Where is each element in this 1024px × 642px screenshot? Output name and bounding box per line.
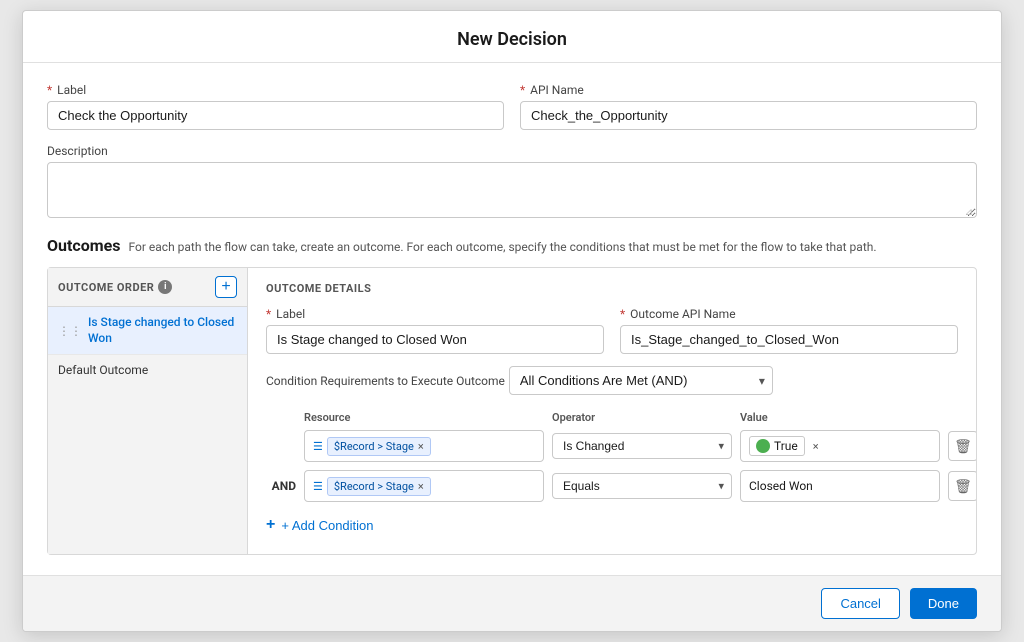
condition-column-headers: Resource Operator Value (266, 409, 958, 426)
outcomes-desc: For each path the flow can take, create … (129, 240, 877, 254)
textarea-resize: ⊿ (965, 207, 973, 218)
resource-header: Resource (304, 409, 544, 426)
outcome-order-header: OUTCOME ORDER i + (48, 268, 247, 307)
outcome-order-label-group: OUTCOME ORDER i (58, 280, 172, 294)
spacer-col (266, 409, 296, 426)
row2-resource-text: $Record > Stage (334, 480, 414, 493)
row2-operator-select[interactable]: Is Changed Equals Not Equal To Is Null (552, 473, 732, 499)
condition-req-select[interactable]: All Conditions Are Met (AND) Any Conditi… (509, 366, 773, 395)
default-outcome-item[interactable]: Default Outcome (48, 355, 247, 385)
true-icon (756, 439, 770, 453)
operator-header: Operator (552, 409, 732, 426)
row1-resource-pill: $Record > Stage × (327, 437, 431, 456)
row2-trash-icon: 🗑 (954, 478, 972, 495)
row2-value-text: Closed Won (749, 479, 813, 493)
top-form-row: * Label * API Name (47, 83, 977, 130)
api-name-group: * API Name (520, 83, 977, 130)
outcome-api-name-group: * Outcome API Name (620, 307, 958, 354)
label-required-star: * (47, 83, 52, 97)
drag-icon: ⋮⋮ (58, 324, 82, 338)
add-condition-plus-icon: + (266, 516, 275, 534)
modal-footer: Cancel Done (23, 575, 1001, 631)
row1-resource-icon: ☰ (313, 440, 323, 453)
row1-value-text: True (774, 439, 798, 453)
outcome-api-label: * Outcome API Name (620, 307, 958, 321)
row1-resource-input[interactable]: ☰ $Record > Stage × (304, 430, 544, 462)
outcome-item[interactable]: ⋮⋮ Is Stage changed to Closed Won (48, 307, 247, 355)
outcome-details-title: OUTCOME DETAILS (266, 282, 958, 295)
conditions-table: Resource Operator Value ☰ $Record > Stag… (266, 409, 958, 502)
row1-resource-text: $Record > Stage (334, 440, 414, 453)
outcome-details-panel: OUTCOME DETAILS * Label * Outcome API Na (248, 268, 976, 554)
outcome-api-required-star: * (620, 307, 625, 321)
outcomes-title: Outcomes (47, 236, 121, 255)
outcomes-sidebar: OUTCOME ORDER i + ⋮⋮ Is Stage changed to… (48, 268, 248, 554)
row1-value-input[interactable]: True × (740, 430, 940, 462)
modal-container: New Decision * Label * API Name (22, 10, 1002, 632)
condition-row-1: ☰ $Record > Stage × Is Changed Equals No… (266, 430, 958, 462)
description-group: Description ⊿ (47, 144, 977, 222)
condition-row-2: AND ☰ $Record > Stage × Is Changed Equ (266, 470, 958, 502)
outcome-api-name-input[interactable] (620, 325, 958, 354)
outcome-order-label: OUTCOME ORDER (58, 281, 154, 294)
info-icon[interactable]: i (158, 280, 172, 294)
row1-operator-select[interactable]: Is Changed Equals Not Equal To Is Null (552, 433, 732, 459)
row2-delete-button[interactable]: 🗑 (948, 471, 976, 501)
action-col (948, 409, 976, 426)
cancel-button[interactable]: Cancel (821, 588, 899, 619)
done-button[interactable]: Done (910, 588, 977, 619)
description-row: Description ⊿ (47, 144, 977, 222)
row2-resource-input[interactable]: ☰ $Record > Stage × (304, 470, 544, 502)
outcome-label-row: * Label * Outcome API Name (266, 307, 958, 354)
outcomes-header: Outcomes For each path the flow can take… (47, 236, 977, 255)
label-field-label: * Label (47, 83, 504, 97)
description-textarea[interactable] (47, 162, 977, 218)
row1-operator-wrap: Is Changed Equals Not Equal To Is Null (552, 433, 732, 459)
row1-trash-icon: 🗑 (954, 438, 972, 455)
modal-body: * Label * API Name Description ⊿ (23, 63, 1001, 575)
description-label: Description (47, 144, 977, 158)
label-input[interactable] (47, 101, 504, 130)
label-group: * Label (47, 83, 504, 130)
row1-true-pill: True (749, 436, 805, 456)
outcome-label-label: * Label (266, 307, 604, 321)
add-condition-button[interactable]: + + Add Condition (266, 510, 374, 540)
api-required-star: * (520, 83, 525, 97)
add-condition-label: + Add Condition (281, 518, 373, 533)
outcome-required-star: * (266, 307, 271, 321)
condition-req-label: Condition Requirements to Execute Outcom… (266, 374, 505, 388)
row2-value-input[interactable]: Closed Won (740, 470, 940, 502)
value-header: Value (740, 409, 940, 426)
row1-resource-remove[interactable]: × (418, 440, 424, 453)
outcomes-panel: OUTCOME ORDER i + ⋮⋮ Is Stage changed to… (47, 267, 977, 555)
api-name-field-label: * API Name (520, 83, 977, 97)
outcome-item-label: Is Stage changed to Closed Won (88, 315, 237, 346)
modal-title: New Decision (43, 29, 981, 50)
and-label: AND (266, 479, 296, 493)
row1-value-remove[interactable]: × (813, 440, 819, 453)
condition-req-select-wrapper: All Conditions Are Met (AND) Any Conditi… (509, 366, 773, 395)
api-name-input[interactable] (520, 101, 977, 130)
condition-req-group: Condition Requirements to Execute Outcom… (266, 366, 958, 395)
modal-header: New Decision (23, 11, 1001, 63)
add-outcome-button[interactable]: + (215, 276, 237, 298)
outcome-label-group: * Label (266, 307, 604, 354)
outcome-label-input[interactable] (266, 325, 604, 354)
row2-operator-wrap: Is Changed Equals Not Equal To Is Null (552, 473, 732, 499)
default-outcome-label: Default Outcome (58, 363, 148, 377)
row2-resource-icon: ☰ (313, 480, 323, 493)
row1-delete-button[interactable]: 🗑 (948, 431, 976, 461)
row2-resource-remove[interactable]: × (418, 480, 424, 493)
row2-resource-pill: $Record > Stage × (327, 477, 431, 496)
